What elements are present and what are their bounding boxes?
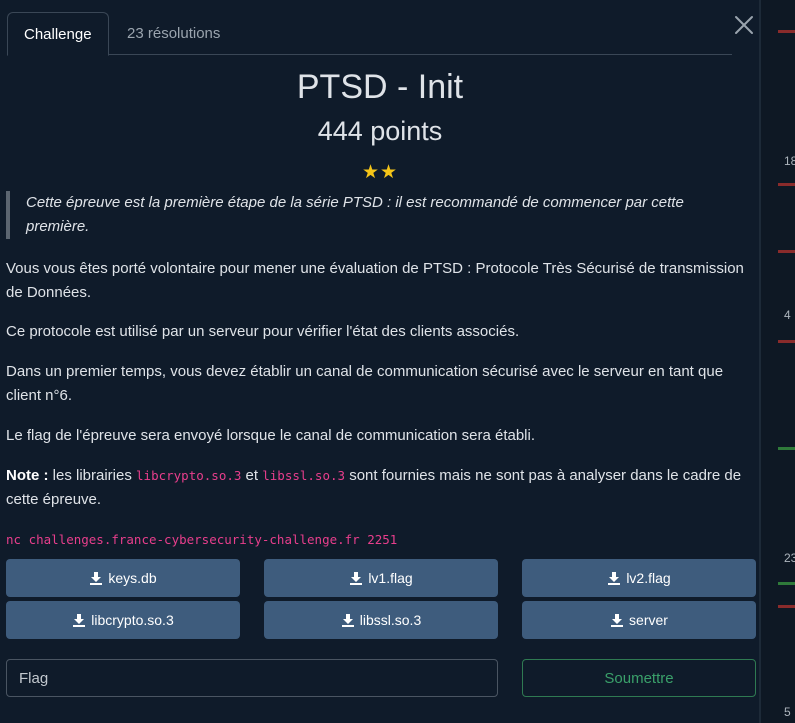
tab-challenge[interactable]: Challenge (7, 12, 109, 56)
bg-mark (778, 605, 795, 608)
description-paragraph: Vous vous êtes porté volontaire pour men… (6, 260, 744, 301)
download-button[interactable]: libcrypto.so.3 (6, 601, 240, 639)
note-label: Note : (6, 467, 49, 484)
download-button[interactable]: lv1.flag (264, 559, 498, 597)
download-icon (611, 614, 624, 627)
close-icon[interactable] (733, 14, 755, 36)
download-label: libcrypto.so.3 (91, 612, 174, 628)
bg-mark (778, 582, 795, 585)
download-icon (341, 614, 354, 627)
intro-quote: Cette épreuve est la première étape de l… (6, 191, 746, 239)
description-paragraph: Ce protocole est utilisé par un serveur … (6, 323, 520, 340)
download-label: server (629, 612, 668, 628)
bg-number: 5 (784, 705, 791, 719)
tab-solves[interactable]: 23 résolutions (111, 12, 236, 55)
inline-code: libssl.so.3 (262, 468, 346, 483)
background-page (760, 0, 795, 723)
challenge-modal: Challenge 23 résolutions PTSD - Init 444… (0, 0, 760, 723)
download-label: lv2.flag (626, 570, 671, 586)
challenge-points: 444 points (317, 116, 443, 146)
note-text: les librairies (48, 467, 137, 484)
challenge-title: PTSD - Init (296, 68, 464, 106)
description-paragraph: Dans un premier temps, vous devez établi… (6, 363, 724, 404)
flag-input[interactable] (6, 659, 498, 697)
note-text: et (241, 467, 263, 484)
download-label: keys.db (108, 570, 157, 586)
description-paragraph: Le flag de l'épreuve sera envoyé lorsque… (6, 427, 536, 444)
bg-number: 23 (784, 551, 795, 565)
difficulty-stars: ★★ (361, 162, 399, 183)
bg-mark (778, 447, 795, 450)
bg-mark (778, 250, 795, 253)
connection-command: nc challenges.france-cybersecurity-chall… (6, 532, 398, 547)
download-button[interactable]: keys.db (6, 559, 240, 597)
download-label: libssl.so.3 (359, 612, 422, 628)
download-button[interactable]: server (522, 601, 756, 639)
download-label: lv1.flag (368, 570, 413, 586)
download-button[interactable]: libssl.so.3 (264, 601, 498, 639)
download-icon (350, 572, 363, 585)
download-icon (90, 572, 103, 585)
inline-code: libcrypto.so.3 (136, 468, 242, 483)
download-icon (608, 572, 621, 585)
bg-mark (778, 340, 795, 343)
bg-number: 4 (784, 308, 791, 322)
download-icon (73, 614, 86, 627)
note-paragraph: Note : les librairies libcrypto.so.3 et … (6, 464, 756, 512)
submit-button[interactable]: Soumettre (522, 659, 756, 697)
bg-mark (778, 183, 795, 186)
download-button[interactable]: lv2.flag (522, 559, 756, 597)
bg-number: 18 (784, 154, 795, 168)
modal-tabs: Challenge 23 résolutions (7, 12, 732, 56)
bg-mark (778, 30, 795, 33)
